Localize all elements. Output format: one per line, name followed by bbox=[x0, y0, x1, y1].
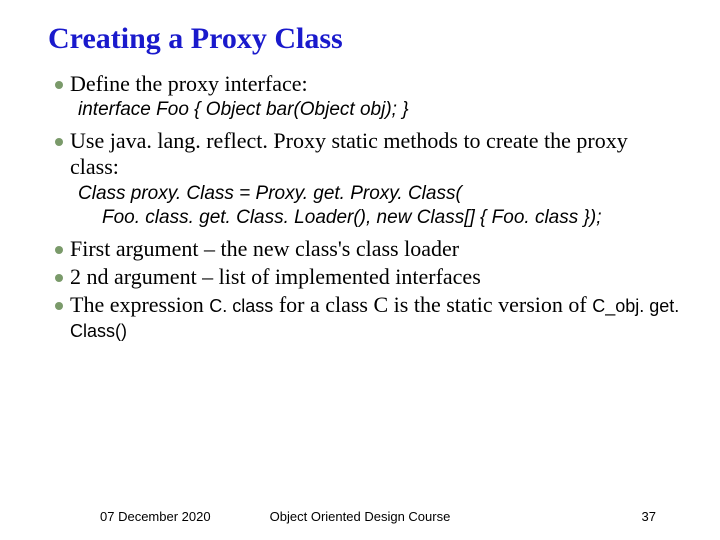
footer-page-number: 37 bbox=[642, 509, 656, 524]
code-line: Foo. class. get. Class. Loader(), new Cl… bbox=[78, 206, 680, 230]
code-line: Class proxy. Class = Proxy. get. Proxy. … bbox=[78, 182, 680, 206]
code-block: interface Foo { Object bar(Object obj); … bbox=[78, 98, 680, 122]
bullet-item: Use java. lang. reflect. Proxy static me… bbox=[48, 128, 680, 180]
bullet-icon bbox=[48, 128, 70, 146]
slide-body: Define the proxy interface: interface Fo… bbox=[48, 71, 680, 344]
slide-title: Creating a Proxy Class bbox=[48, 22, 680, 57]
code-line: interface Foo { Object bar(Object obj); … bbox=[78, 98, 680, 122]
code-block: Class proxy. Class = Proxy. get. Proxy. … bbox=[78, 182, 680, 230]
slide: Creating a Proxy Class Define the proxy … bbox=[0, 0, 720, 540]
text-fragment: The expression bbox=[70, 292, 209, 317]
text-fragment: for a class C is the static version of bbox=[273, 292, 592, 317]
bullet-icon bbox=[48, 264, 70, 282]
bullet-item: 2 nd argument – list of implemented inte… bbox=[48, 264, 680, 290]
bullet-icon bbox=[48, 236, 70, 254]
bullet-text: Define the proxy interface: bbox=[70, 71, 680, 97]
bullet-item: Define the proxy interface: bbox=[48, 71, 680, 97]
bullet-text: Use java. lang. reflect. Proxy static me… bbox=[70, 128, 680, 180]
bullet-item: The expression C. class for a class C is… bbox=[48, 292, 680, 344]
bullet-icon bbox=[48, 292, 70, 310]
bullet-item: First argument – the new class's class l… bbox=[48, 236, 680, 262]
bullet-icon bbox=[48, 71, 70, 89]
bullet-text: The expression C. class for a class C is… bbox=[70, 292, 680, 344]
inline-code: C. class bbox=[209, 296, 273, 316]
bullet-text: First argument – the new class's class l… bbox=[70, 236, 680, 262]
bullet-text: 2 nd argument – list of implemented inte… bbox=[70, 264, 680, 290]
footer-course: Object Oriented Design Course bbox=[0, 509, 720, 524]
